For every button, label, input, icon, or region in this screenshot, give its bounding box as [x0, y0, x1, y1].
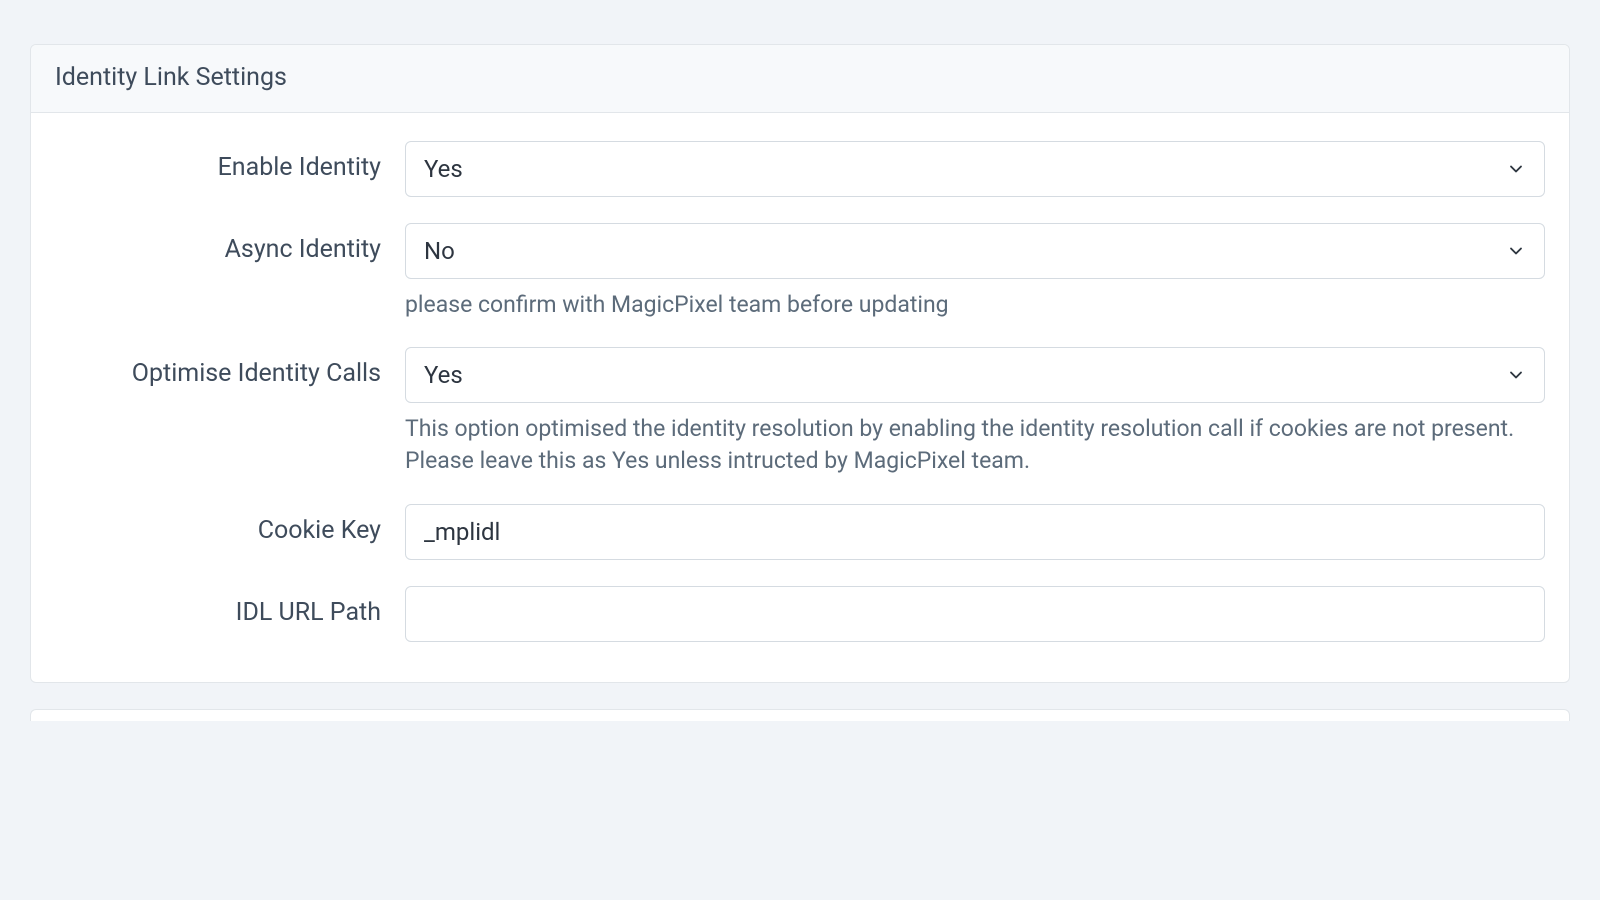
- chevron-down-icon: [1506, 241, 1526, 261]
- select-optimise-identity-calls[interactable]: Yes: [405, 347, 1545, 403]
- label-idl-url-path: IDL URL Path: [55, 586, 405, 627]
- label-enable-identity: Enable Identity: [55, 141, 405, 182]
- select-async-identity-value: No: [424, 237, 455, 265]
- chevron-down-icon: [1506, 365, 1526, 385]
- help-async-identity: please confirm with MagicPixel team befo…: [405, 289, 1545, 321]
- select-enable-identity[interactable]: Yes: [405, 141, 1545, 197]
- row-enable-identity: Enable Identity Yes: [55, 141, 1545, 197]
- label-optimise-identity-calls: Optimise Identity Calls: [55, 347, 405, 388]
- row-cookie-key: Cookie Key: [55, 504, 1545, 560]
- chevron-down-icon: [1506, 159, 1526, 179]
- row-async-identity: Async Identity No please confirm with Ma…: [55, 223, 1545, 321]
- panel-body: Enable Identity Yes Async Identity No: [31, 113, 1569, 682]
- help-optimise-identity-calls: This option optimised the identity resol…: [405, 413, 1545, 477]
- input-idl-url-path[interactable]: [405, 586, 1545, 642]
- select-enable-identity-value: Yes: [424, 155, 463, 183]
- select-async-identity[interactable]: No: [405, 223, 1545, 279]
- label-cookie-key: Cookie Key: [55, 504, 405, 545]
- input-cookie-key[interactable]: [405, 504, 1545, 560]
- next-panel-peek: [30, 709, 1570, 721]
- row-optimise-identity-calls: Optimise Identity Calls Yes This option …: [55, 347, 1545, 477]
- identity-link-settings-panel: Identity Link Settings Enable Identity Y…: [30, 44, 1570, 683]
- panel-title: Identity Link Settings: [31, 45, 1569, 113]
- label-async-identity: Async Identity: [55, 223, 405, 264]
- select-optimise-identity-calls-value: Yes: [424, 361, 463, 389]
- row-idl-url-path: IDL URL Path: [55, 586, 1545, 642]
